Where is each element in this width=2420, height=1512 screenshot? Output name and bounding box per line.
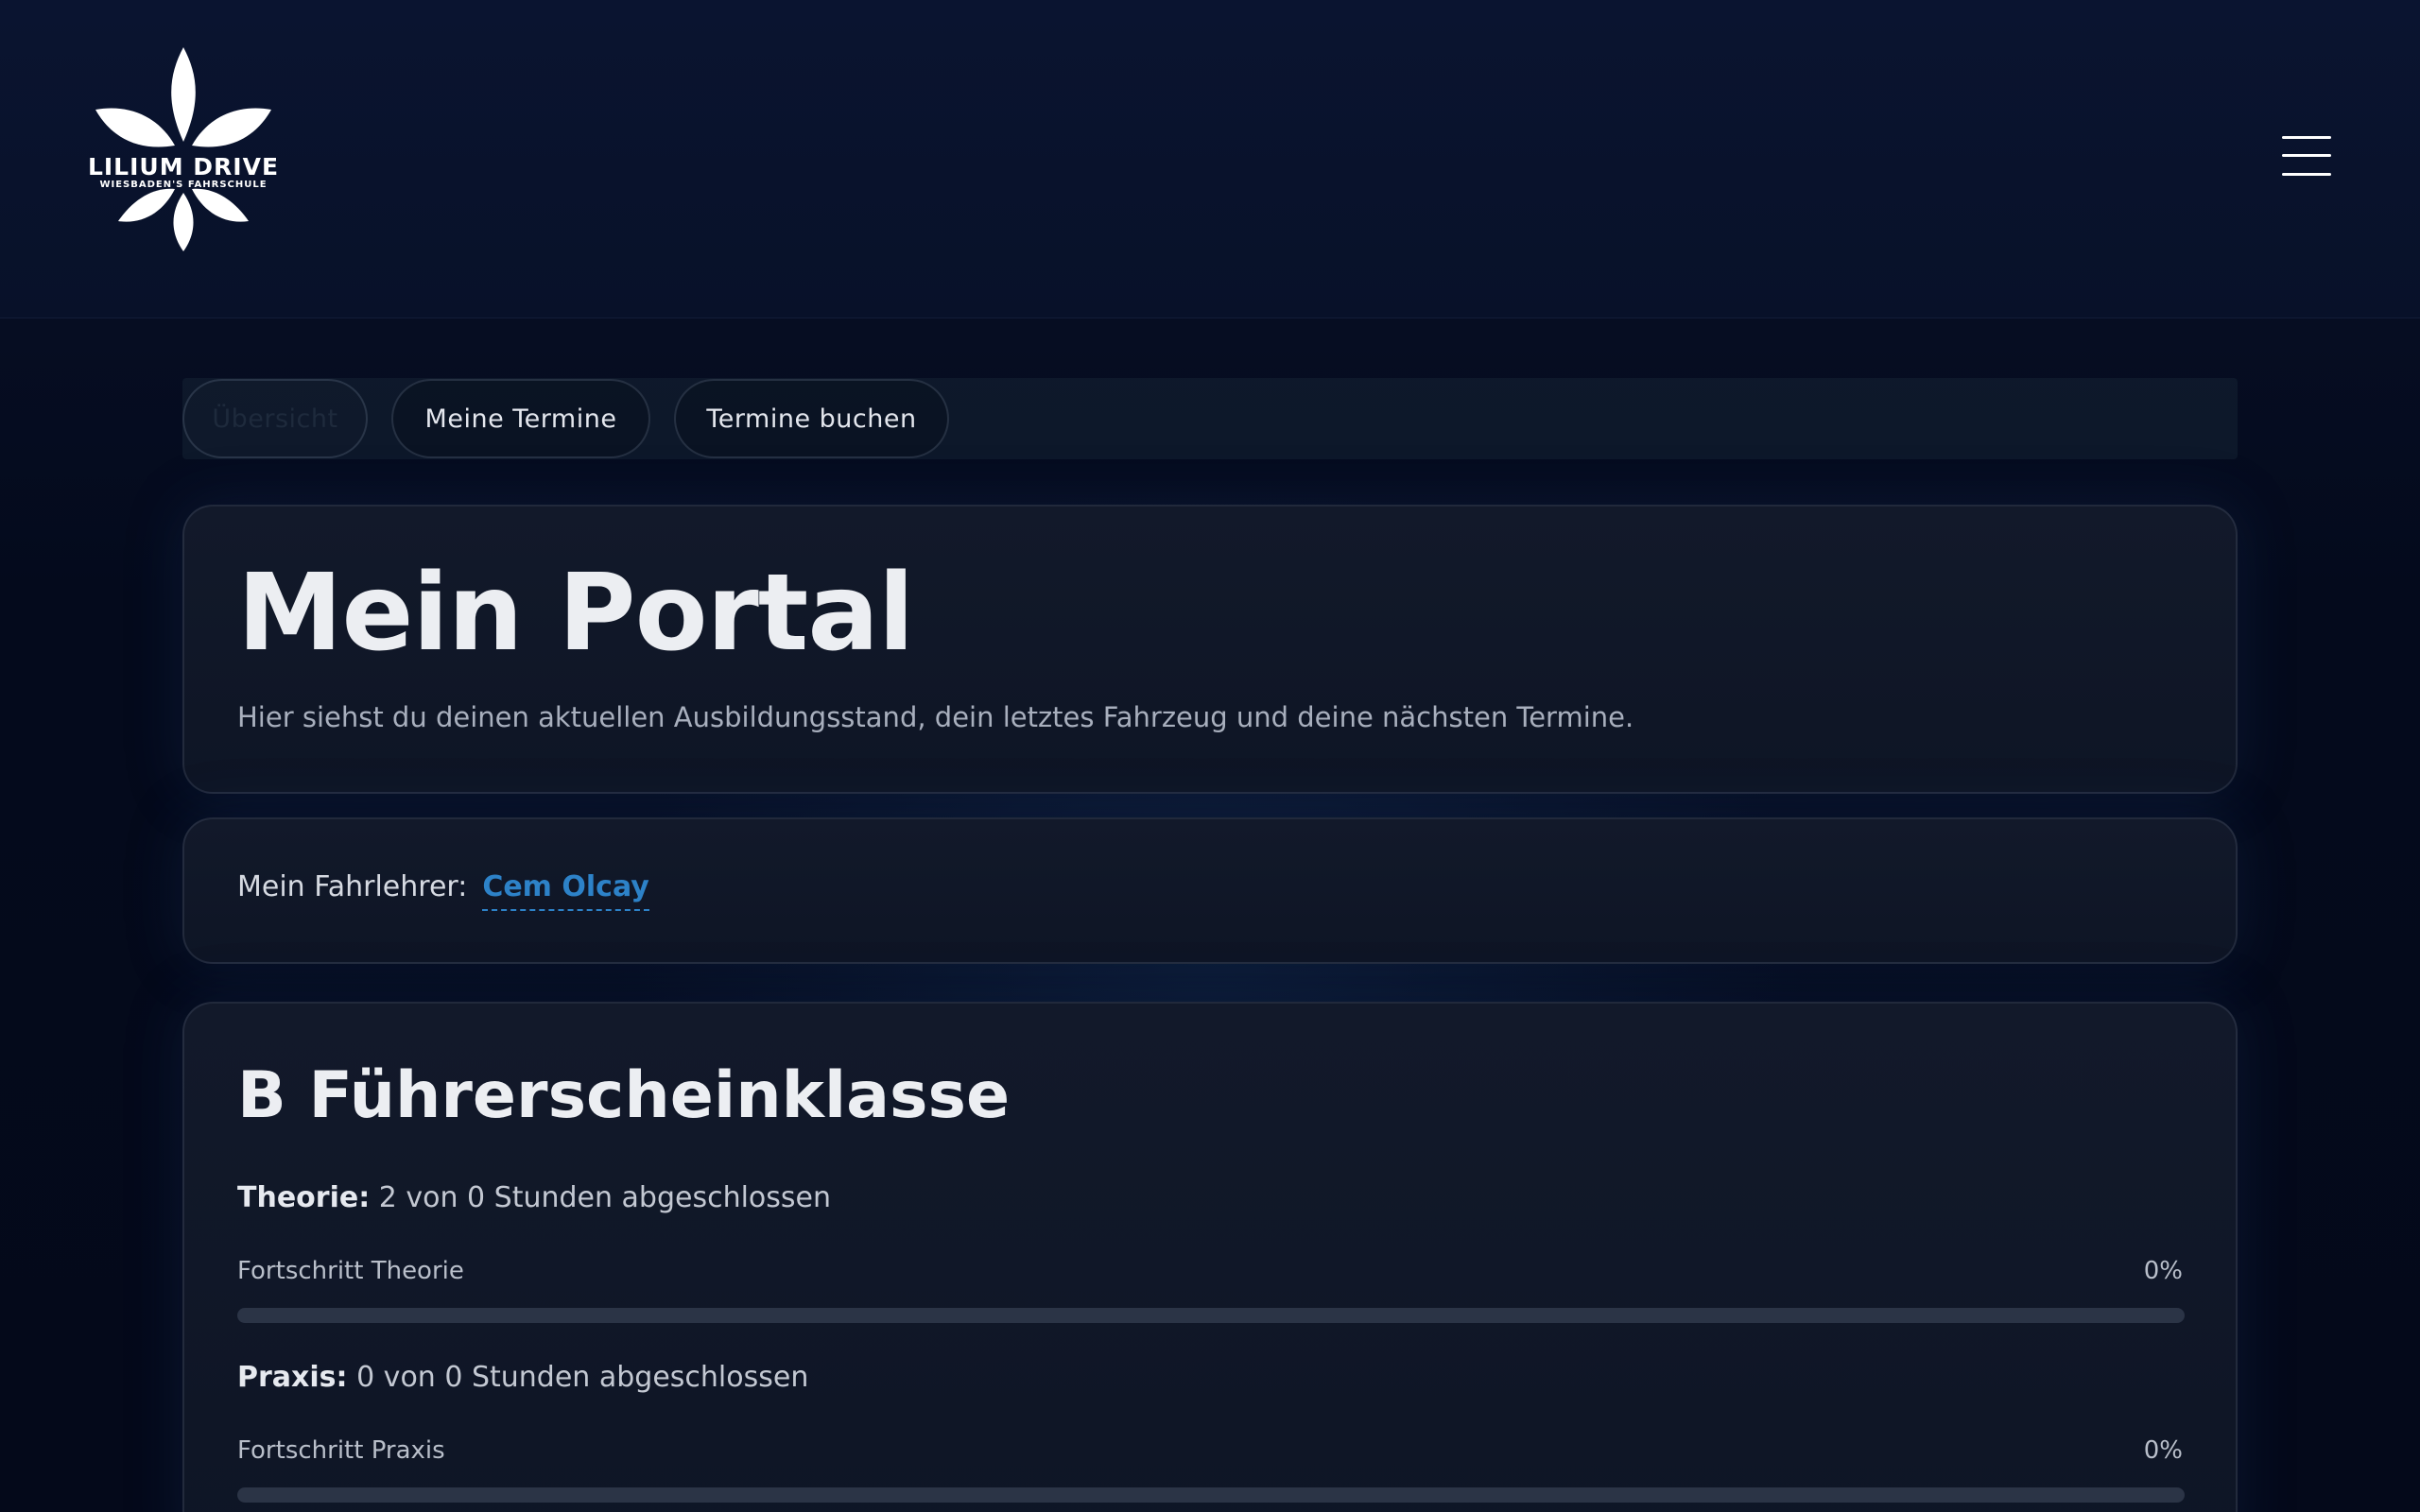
teacher-line: Mein Fahrlehrer: Cem Olcay	[237, 870, 649, 911]
praxis-hours: Praxis: 0 von 0 Stunden abgeschlossen	[237, 1361, 808, 1394]
praxis-progress-label: Fortschritt Praxis	[237, 1436, 445, 1465]
page: LILIUM DRIVE WIESBADEN'S FAHRSCHULE Über…	[0, 0, 2420, 1512]
theory-progress-percent: 0%	[2143, 1257, 2183, 1285]
menu-line	[2282, 173, 2331, 176]
tab-termine-buchen[interactable]: Termine buchen	[674, 379, 949, 458]
portal-intro-card: Mein Portal Hier siehst du deinen aktuel…	[182, 505, 2238, 794]
theory-hours: Theorie: 2 von 0 Stunden abgeschlossen	[237, 1181, 831, 1214]
site-header: LILIUM DRIVE WIESBADEN'S FAHRSCHULE	[0, 0, 2420, 318]
page-title: Mein Portal	[237, 552, 914, 675]
praxis-progress-percent: 0%	[2143, 1436, 2183, 1465]
page-description: Hier siehst du deinen aktuellen Ausbildu…	[237, 701, 1634, 733]
logo-name: LILIUM DRIVE	[87, 153, 280, 180]
tab-uebersicht[interactable]: Übersicht	[182, 379, 368, 458]
portal-tabs: Übersicht Meine Termine Termine buchen	[182, 378, 2238, 459]
lilium-drive-logo[interactable]: LILIUM DRIVE WIESBADEN'S FAHRSCHULE	[80, 45, 286, 253]
tab-meine-termine[interactable]: Meine Termine	[391, 379, 650, 458]
theory-text: 2 von 0 Stunden abgeschlossen	[378, 1181, 832, 1214]
theory-label: Theorie:	[237, 1181, 371, 1214]
theory-progress-bar	[237, 1308, 2185, 1323]
teacher-label: Mein Fahrlehrer:	[237, 870, 468, 903]
menu-line	[2282, 136, 2331, 139]
teacher-name-link[interactable]: Cem Olcay	[482, 870, 649, 911]
praxis-label: Praxis:	[237, 1361, 348, 1394]
praxis-progress-bar	[237, 1487, 2185, 1503]
menu-line	[2282, 154, 2331, 157]
teacher-card: Mein Fahrlehrer: Cem Olcay	[182, 817, 2238, 964]
license-class-card: B Führerscheinklasse Theorie: 2 von 0 St…	[182, 1002, 2238, 1512]
praxis-text: 0 von 0 Stunden abgeschlossen	[356, 1361, 809, 1394]
theory-progress-label: Fortschritt Theorie	[237, 1257, 464, 1285]
lily-logo-icon	[95, 47, 271, 251]
license-class-title: B Führerscheinklasse	[237, 1058, 1011, 1133]
hamburger-menu-icon[interactable]	[2278, 132, 2337, 180]
logo-tagline: WIESBADEN'S FAHRSCHULE	[99, 180, 268, 190]
